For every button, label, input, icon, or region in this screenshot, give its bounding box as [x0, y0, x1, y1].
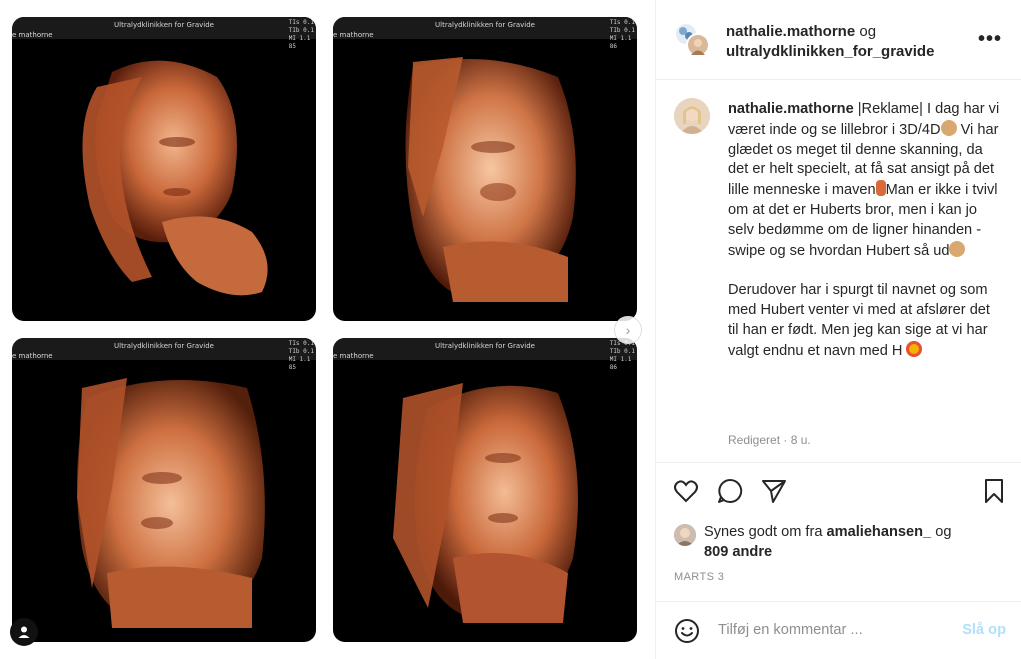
post-details-panel: nathalie.mathorne og ultralydklinikken_f…	[655, 0, 1021, 659]
caption-text: nathalie.mathorne |Reklame| I dag har vi…	[728, 100, 1000, 381]
bookmark-icon[interactable]	[980, 477, 1008, 505]
scan-patient-label: e mathorne	[12, 31, 53, 39]
pregnant-emoji-icon	[875, 180, 886, 197]
author-username-1[interactable]: nathalie.mathorne	[726, 23, 855, 40]
heart-eyes-emoji-icon	[906, 340, 923, 357]
scan-values: TIs 0.1 TIb 0.1 MI 1.1 85	[288, 340, 314, 371]
comment-bar: Slå op	[656, 601, 1021, 659]
fetus-scan-image	[393, 383, 578, 623]
author-username-2[interactable]: ultralydklinikken_for_gravide	[726, 43, 934, 60]
post-authors: nathalie.mathorne og ultralydklinikken_f…	[726, 22, 934, 62]
collab-avatars[interactable]	[674, 22, 710, 58]
scan-values: TIs 0.1 TIb 0.1 MI 1.1 86	[609, 340, 635, 371]
scan-image-3[interactable]: Ultralydklinikken for Gravide e mathorne…	[12, 338, 316, 642]
smile-icon[interactable]	[674, 618, 700, 644]
authors-joiner: og	[859, 23, 877, 40]
scan-values: TIs 0.1 TIb 0.1 MI 1.1 86	[609, 19, 635, 50]
liker-avatar[interactable]	[674, 524, 696, 546]
edited-timestamp: Redigeret · 8 u.	[728, 433, 811, 447]
fetus-scan-image	[82, 60, 268, 296]
caption-paragraph-2: Derudover har i spurgt til navnet og som…	[728, 282, 990, 359]
post-comment-button[interactable]: Slå op	[962, 622, 1006, 638]
share-icon[interactable]	[760, 477, 788, 505]
caption-section: nathalie.mathorne |Reklame| I dag har vi…	[656, 80, 1021, 463]
scan-image-2[interactable]: Ultralydklinikken for Gravide e mathorne…	[333, 17, 637, 321]
scan-patient-label: e mathorne	[333, 31, 374, 39]
scan-clinic-label: Ultralydklinikken for Gravide	[114, 342, 214, 350]
post-date[interactable]: MARTS 3	[674, 571, 724, 583]
action-bar	[656, 463, 1021, 519]
scan-image-1[interactable]: Ultralydklinikken for Gravide e mathorne…	[12, 17, 316, 321]
comment-input[interactable]	[718, 622, 938, 638]
user-tag-button[interactable]	[10, 618, 38, 646]
caption-tag: |Reklame|	[857, 101, 923, 117]
chevron-right-icon: ›	[625, 322, 631, 338]
baby-emoji-icon	[940, 119, 957, 136]
scan-image-4[interactable]: Ultralydklinikken for Gravide e mathorne…	[333, 338, 637, 642]
likes-others-link[interactable]: 809 andre	[704, 544, 772, 560]
likes-prefix: Synes godt om fra	[704, 524, 823, 540]
heart-icon[interactable]	[672, 477, 700, 505]
more-options-button[interactable]: •••	[978, 28, 1002, 51]
scan-patient-label: e mathorne	[333, 352, 374, 360]
likes-summary: Synes godt om fra amaliehansen_ og 809 a…	[674, 522, 1004, 562]
likes-joiner: og	[935, 524, 952, 540]
caption-username[interactable]: nathalie.mathorne	[728, 101, 854, 117]
scan-patient-label: e mathorne	[12, 352, 53, 360]
comment-icon[interactable]	[716, 477, 744, 505]
fetus-scan-image	[77, 378, 265, 628]
scan-clinic-label: Ultralydklinikken for Gravide	[435, 342, 535, 350]
scan-clinic-label: Ultralydklinikken for Gravide	[114, 21, 214, 29]
next-image-button[interactable]: ›	[614, 316, 642, 344]
user-tag-icon	[18, 626, 30, 638]
fetus-scan-image	[405, 57, 576, 302]
scan-clinic-label: Ultralydklinikken for Gravide	[435, 21, 535, 29]
liker-username[interactable]: amaliehansen_	[827, 524, 932, 540]
caption-avatar[interactable]	[674, 98, 710, 134]
user-avatar	[686, 33, 710, 57]
baby-emoji-icon	[949, 240, 966, 257]
post-header: nathalie.mathorne og ultralydklinikken_f…	[656, 0, 1021, 80]
post-media[interactable]: Ultralydklinikken for Gravide e mathorne…	[0, 0, 655, 659]
scan-values: TIs 0.1 TIb 0.1 MI 1.1 85	[288, 19, 314, 50]
